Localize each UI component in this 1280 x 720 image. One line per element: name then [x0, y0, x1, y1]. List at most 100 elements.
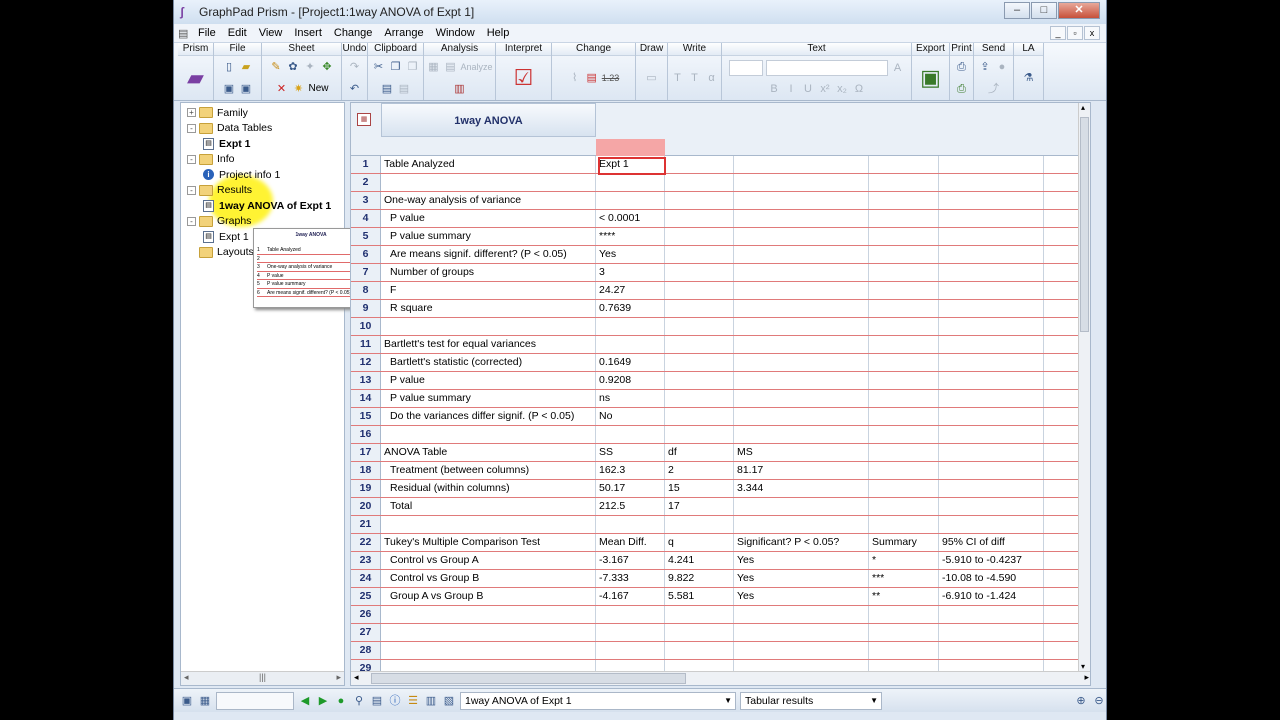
new-file-icon[interactable]: ▯ [222, 60, 236, 74]
col-d-cell[interactable] [869, 408, 939, 425]
sheet-select[interactable]: 1way ANOVA of Expt 1 ▼ [460, 691, 736, 710]
col-e-cell[interactable] [939, 354, 1044, 371]
col-a-cell[interactable]: 50.17 [596, 480, 665, 497]
col-b-cell[interactable] [665, 264, 734, 281]
change-format-icon[interactable]: ▤ [585, 71, 599, 85]
col-b-cell[interactable] [665, 372, 734, 389]
menu-file[interactable]: File [192, 27, 222, 39]
row-label[interactable] [381, 318, 596, 335]
col-b-cell[interactable] [665, 282, 734, 299]
col-e-cell[interactable] [939, 624, 1044, 641]
col-e-cell[interactable] [939, 318, 1044, 335]
row-label[interactable]: One-way analysis of variance [381, 192, 596, 209]
selected-column-header[interactable] [596, 139, 665, 156]
col-c-cell[interactable] [734, 300, 869, 317]
new-sheet-icon[interactable]: ✷ [291, 82, 305, 96]
col-c-cell[interactable] [734, 516, 869, 533]
link-chain-icon[interactable]: ⚲ [352, 694, 366, 708]
paste-special-icon[interactable]: ▤ [397, 82, 411, 96]
col-c-cell[interactable]: Significant? P < 0.05? [734, 534, 869, 551]
print-icon[interactable]: ⎙ [955, 60, 969, 74]
col-a-cell[interactable] [596, 318, 665, 335]
draw-shape-icon[interactable]: ▭ [645, 71, 659, 85]
col-e-cell[interactable] [939, 264, 1044, 281]
menu-view[interactable]: View [253, 27, 289, 39]
col-e-cell[interactable] [939, 246, 1044, 263]
col-b-cell[interactable] [665, 624, 734, 641]
row-label[interactable]: Do the variances differ signif. (P < 0.0… [381, 408, 596, 425]
pencil-icon[interactable]: ✎ [269, 60, 283, 74]
gallery-view-icon[interactable]: ▦ [198, 694, 212, 708]
col-a-cell[interactable]: 212.5 [596, 498, 665, 515]
row-label[interactable] [381, 516, 596, 533]
col-e-cell[interactable] [939, 282, 1044, 299]
analyze-button[interactable]: Analyze [460, 62, 492, 72]
col-c-cell[interactable]: MS [734, 444, 869, 461]
col-b-cell[interactable] [665, 390, 734, 407]
col-d-cell[interactable] [869, 264, 939, 281]
col-b-cell[interactable]: df [665, 444, 734, 461]
menu-window[interactable]: Window [430, 27, 481, 39]
col-e-cell[interactable]: 95% CI of diff [939, 534, 1044, 551]
row-label[interactable]: Are means signif. different? (P < 0.05) [381, 246, 596, 263]
col-d-cell[interactable]: Summary [869, 534, 939, 551]
col-d-cell[interactable] [869, 354, 939, 371]
menu-insert[interactable]: Insert [288, 27, 328, 39]
navigator-toggle-icon[interactable]: ▣ [180, 694, 194, 708]
layout-sheet-icon[interactable]: ▧ [442, 694, 456, 708]
col-a-cell[interactable] [596, 174, 665, 191]
col-d-cell[interactable] [869, 444, 939, 461]
col-b-cell[interactable]: 15 [665, 480, 734, 497]
save-all-icon[interactable]: ▣ [239, 82, 253, 96]
la-flask-icon[interactable]: ⚗ [1022, 71, 1036, 85]
col-b-cell[interactable] [665, 642, 734, 659]
col-b-cell[interactable]: 4.241 [665, 552, 734, 569]
navigator-horizontal-scrollbar[interactable]: ◂ ||| ▸ [181, 671, 344, 685]
row-label[interactable]: F [381, 282, 596, 299]
col-e-cell[interactable] [939, 300, 1044, 317]
symbol-icon[interactable]: Ω [852, 82, 866, 96]
col-b-cell[interactable] [665, 606, 734, 623]
row-label[interactable]: Number of groups [381, 264, 596, 281]
row-label[interactable]: Table Analyzed [381, 156, 596, 173]
expand-toggle-icon[interactable]: - [187, 185, 196, 195]
minimize-button[interactable]: – [1004, 2, 1030, 19]
font-name-select[interactable] [765, 59, 888, 76]
col-a-cell[interactable]: 3 [596, 264, 665, 281]
row-label[interactable]: P value summary [381, 390, 596, 407]
write-text-icon[interactable]: T [671, 71, 685, 85]
superscript-icon[interactable]: x² [818, 82, 832, 96]
write-alpha-icon[interactable]: α [705, 71, 719, 85]
col-e-cell[interactable] [939, 210, 1044, 227]
new-sheet-button[interactable]: New [308, 83, 328, 94]
row-label[interactable] [381, 426, 596, 443]
save-icon[interactable]: ▣ [222, 82, 236, 96]
col-a-cell[interactable]: 0.7639 [596, 300, 665, 317]
col-b-cell[interactable] [665, 174, 734, 191]
col-e-cell[interactable] [939, 516, 1044, 533]
navigator-item[interactable]: ▤ 1way ANOVA of Expt 1 [187, 198, 344, 214]
col-b-cell[interactable] [665, 246, 734, 263]
row-label[interactable]: Treatment (between columns) [381, 462, 596, 479]
col-e-cell[interactable] [939, 498, 1044, 515]
col-e-cell[interactable] [939, 642, 1044, 659]
expand-toggle-icon[interactable]: + [187, 108, 196, 118]
col-d-cell[interactable] [869, 246, 939, 263]
col-c-cell[interactable] [734, 390, 869, 407]
col-d-cell[interactable] [869, 426, 939, 443]
row-label[interactable] [381, 174, 596, 191]
font-size-select[interactable] [728, 59, 763, 76]
change-number-format[interactable]: 1.23 [602, 73, 620, 83]
col-e-cell[interactable] [939, 372, 1044, 389]
row-label[interactable] [381, 624, 596, 641]
selected-cell[interactable] [598, 157, 666, 175]
mdi-close-button[interactable]: x [1084, 26, 1100, 40]
col-a-cell[interactable] [596, 192, 665, 209]
navigator-item[interactable]: + Family [187, 105, 344, 121]
close-button[interactable]: ✕ [1058, 2, 1100, 19]
col-c-cell[interactable] [734, 642, 869, 659]
row-label[interactable]: Residual (within columns) [381, 480, 596, 497]
vertical-scrollbar[interactable]: ▴ ▾ [1078, 103, 1090, 673]
col-c-cell[interactable] [734, 408, 869, 425]
underline-icon[interactable]: U [801, 82, 815, 96]
